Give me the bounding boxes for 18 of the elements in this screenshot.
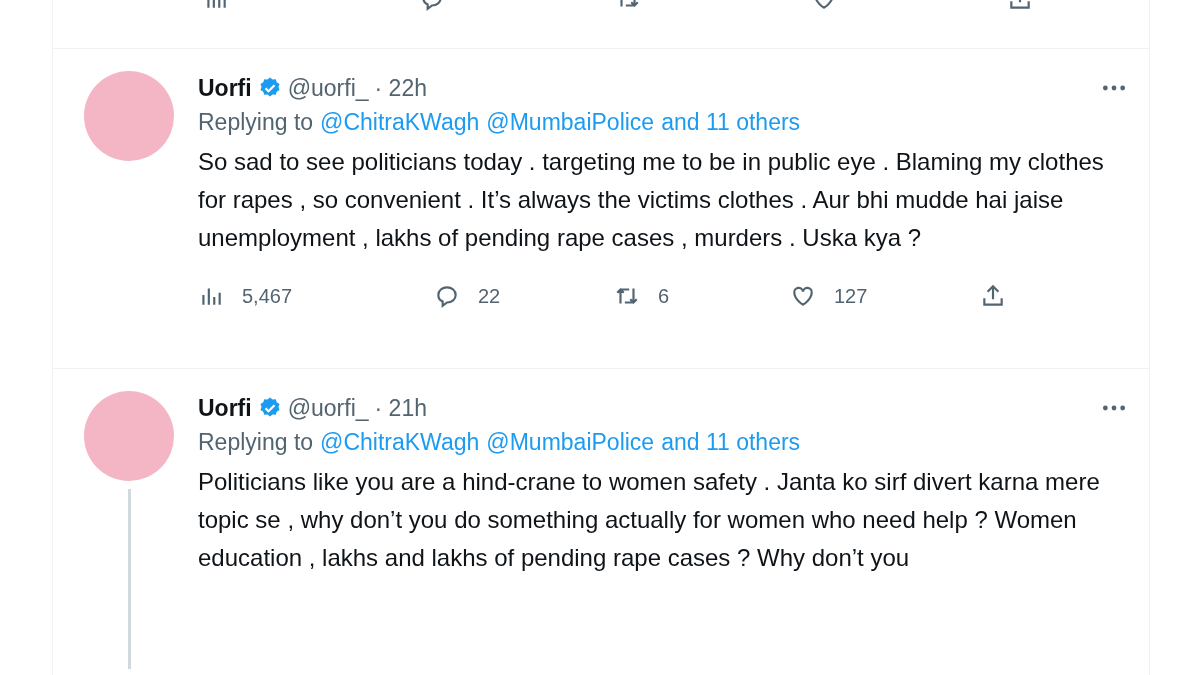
more-options-icon[interactable]: [1101, 83, 1127, 93]
user-handle[interactable]: @uorfi_: [287, 394, 369, 422]
user-name[interactable]: Uorfi: [198, 394, 252, 422]
tweet-time[interactable]: · 22h: [374, 74, 427, 102]
user-handle[interactable]: @uorfi_: [287, 74, 369, 102]
tweet-text: So sad to see politicians today . targeting me to be in public eye . Blaming my clothes for rapes , so convenient . It’s always the victims clothes . Aur bhi mudde hai jaise unemployment , lakhs of pending rape cases , murders . Uska kya ?: [198, 147, 1105, 253]
more-options-icon[interactable]: [1101, 403, 1127, 413]
tweet-time[interactable]: · 21h: [374, 394, 427, 422]
user-name[interactable]: Uorfi: [198, 74, 252, 102]
reply-count: 22: [478, 284, 501, 308]
reply-icon[interactable]: [434, 283, 460, 309]
share-icon[interactable]: [980, 283, 1006, 309]
replying-to-label: Replying to: [198, 428, 314, 456]
views-count: 5,467: [242, 284, 293, 308]
retweet-count: 6: [658, 284, 670, 308]
replying-to-label: Replying to: [198, 108, 314, 136]
like-count: 127: [834, 284, 868, 308]
tweet-text: Politicians like you are a hind-crane to women safety . Janta ko sirf divert karna mere topic se , why don’t you do something actually for women who need help ? Women education , lakhs and lakhs of pending rape cases ? Why don’t you: [198, 467, 1101, 573]
